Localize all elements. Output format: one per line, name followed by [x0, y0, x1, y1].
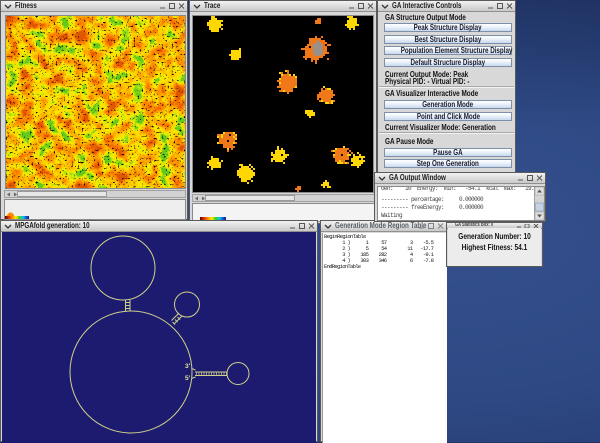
svg-text:3': 3' — [185, 363, 191, 370]
svg-text:5': 5' — [185, 375, 191, 382]
